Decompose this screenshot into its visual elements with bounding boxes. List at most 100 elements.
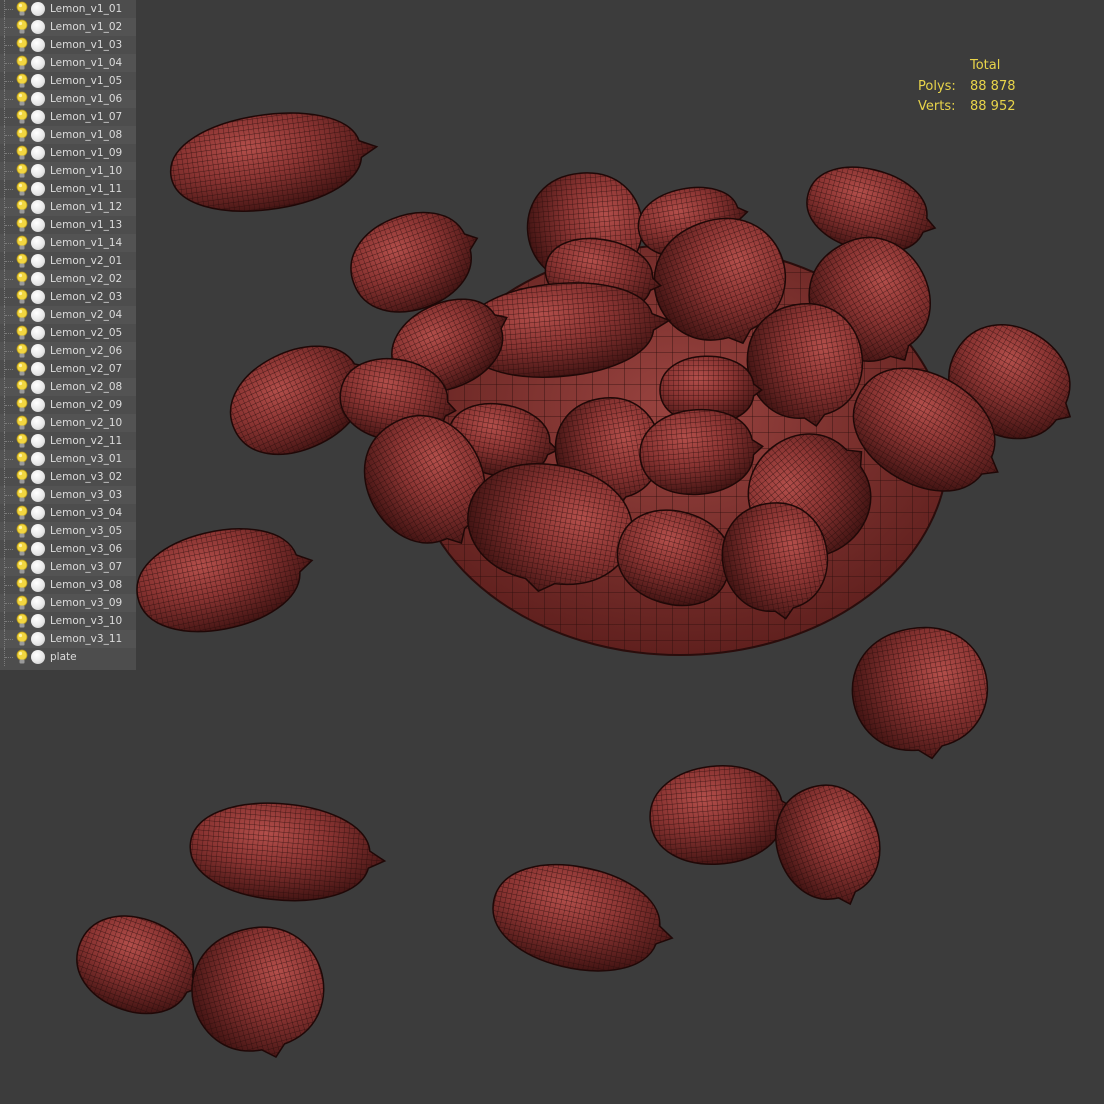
layer-row[interactable]: Lemon_v3_03 (0, 486, 136, 504)
layer-row[interactable]: Lemon_v3_05 (0, 522, 136, 540)
layer-row[interactable]: Lemon_v1_12 (0, 198, 136, 216)
sphere-icon[interactable] (31, 650, 45, 664)
lightbulb-icon[interactable] (16, 415, 28, 431)
layer-row[interactable]: Lemon_v1_06 (0, 90, 136, 108)
lemon-mesh[interactable] (164, 100, 383, 223)
lightbulb-icon[interactable] (16, 631, 28, 647)
sphere-icon[interactable] (31, 344, 45, 358)
lightbulb-icon[interactable] (16, 397, 28, 413)
layer-row[interactable]: Lemon_v2_01 (0, 252, 136, 270)
lightbulb-icon[interactable] (16, 199, 28, 215)
sphere-icon[interactable] (31, 2, 45, 16)
lightbulb-icon[interactable] (16, 361, 28, 377)
layer-row[interactable]: Lemon_v1_10 (0, 162, 136, 180)
lightbulb-icon[interactable] (16, 433, 28, 449)
lightbulb-icon[interactable] (16, 109, 28, 125)
sphere-icon[interactable] (31, 200, 45, 214)
lightbulb-icon[interactable] (16, 19, 28, 35)
layer-row[interactable]: Lemon_v2_02 (0, 270, 136, 288)
sphere-icon[interactable] (31, 74, 45, 88)
sphere-icon[interactable] (31, 578, 45, 592)
sphere-icon[interactable] (31, 452, 45, 466)
lightbulb-icon[interactable] (16, 271, 28, 287)
sphere-icon[interactable] (31, 380, 45, 394)
layer-row[interactable]: Lemon_v3_01 (0, 450, 136, 468)
sphere-icon[interactable] (31, 524, 45, 538)
layer-row[interactable]: Lemon_v3_02 (0, 468, 136, 486)
sphere-icon[interactable] (31, 236, 45, 250)
layer-row[interactable]: Lemon_v2_07 (0, 360, 136, 378)
sphere-icon[interactable] (31, 596, 45, 610)
layer-row[interactable]: Lemon_v3_09 (0, 594, 136, 612)
lightbulb-icon[interactable] (16, 163, 28, 179)
lightbulb-icon[interactable] (16, 325, 28, 341)
layer-row[interactable]: Lemon_v3_06 (0, 540, 136, 558)
sphere-icon[interactable] (31, 290, 45, 304)
layer-row[interactable]: Lemon_v1_14 (0, 234, 136, 252)
lightbulb-icon[interactable] (16, 235, 28, 251)
layer-row[interactable]: Lemon_v1_07 (0, 108, 136, 126)
lemon-mesh[interactable] (646, 760, 798, 870)
sphere-icon[interactable] (31, 488, 45, 502)
sphere-icon[interactable] (31, 560, 45, 574)
lightbulb-icon[interactable] (16, 451, 28, 467)
layer-row[interactable]: Lemon_v3_10 (0, 612, 136, 630)
lemon-mesh[interactable] (843, 617, 999, 770)
sphere-icon[interactable] (31, 20, 45, 34)
sphere-icon[interactable] (31, 146, 45, 160)
layer-row[interactable]: Lemon_v1_01 (0, 0, 136, 18)
lightbulb-icon[interactable] (16, 505, 28, 521)
viewport[interactable] (0, 0, 1104, 1104)
layer-row[interactable]: Lemon_v1_04 (0, 54, 136, 72)
scene-explorer-panel[interactable]: Lemon_v1_01 Lemon_v1_02 Lemon_v1_03 Lemon_v… (0, 0, 136, 670)
layer-row[interactable]: Lemon_v2_06 (0, 342, 136, 360)
layer-row[interactable]: Lemon_v2_03 (0, 288, 136, 306)
lightbulb-icon[interactable] (16, 379, 28, 395)
layer-row[interactable]: plate (0, 648, 136, 666)
layer-row[interactable]: Lemon_v1_02 (0, 18, 136, 36)
sphere-icon[interactable] (31, 470, 45, 484)
sphere-icon[interactable] (31, 92, 45, 106)
sphere-icon[interactable] (31, 308, 45, 322)
layer-row[interactable]: Lemon_v2_09 (0, 396, 136, 414)
lightbulb-icon[interactable] (16, 613, 28, 629)
lightbulb-icon[interactable] (16, 289, 28, 305)
layer-row[interactable]: Lemon_v3_08 (0, 576, 136, 594)
viewport-canvas[interactable] (0, 0, 1104, 1104)
lightbulb-icon[interactable] (16, 595, 28, 611)
lightbulb-icon[interactable] (16, 37, 28, 53)
sphere-icon[interactable] (31, 182, 45, 196)
lightbulb-icon[interactable] (16, 217, 28, 233)
layer-row[interactable]: Lemon_v1_05 (0, 72, 136, 90)
sphere-icon[interactable] (31, 218, 45, 232)
sphere-icon[interactable] (31, 632, 45, 646)
sphere-icon[interactable] (31, 416, 45, 430)
layer-row[interactable]: Lemon_v1_09 (0, 144, 136, 162)
sphere-icon[interactable] (31, 38, 45, 52)
lightbulb-icon[interactable] (16, 307, 28, 323)
sphere-icon[interactable] (31, 614, 45, 628)
sphere-icon[interactable] (31, 362, 45, 376)
lemon-mesh[interactable] (178, 913, 339, 1074)
lightbulb-icon[interactable] (16, 559, 28, 575)
layer-row[interactable]: Lemon_v3_07 (0, 558, 136, 576)
lightbulb-icon[interactable] (16, 1, 28, 17)
lightbulb-icon[interactable] (16, 649, 28, 665)
layer-row[interactable]: Lemon_v1_03 (0, 36, 136, 54)
sphere-icon[interactable] (31, 434, 45, 448)
sphere-icon[interactable] (31, 326, 45, 340)
lightbulb-icon[interactable] (16, 181, 28, 197)
layer-row[interactable]: Lemon_v1_11 (0, 180, 136, 198)
lightbulb-icon[interactable] (16, 55, 28, 71)
layer-row[interactable]: Lemon_v1_13 (0, 216, 136, 234)
layer-row[interactable]: Lemon_v1_08 (0, 126, 136, 144)
lightbulb-icon[interactable] (16, 523, 28, 539)
sphere-icon[interactable] (31, 110, 45, 124)
layer-row[interactable]: Lemon_v2_04 (0, 306, 136, 324)
lemon-mesh[interactable] (186, 796, 389, 909)
lightbulb-icon[interactable] (16, 343, 28, 359)
lemon-mesh[interactable] (761, 771, 898, 921)
layer-row[interactable]: Lemon_v3_11 (0, 630, 136, 648)
lightbulb-icon[interactable] (16, 91, 28, 107)
lightbulb-icon[interactable] (16, 73, 28, 89)
